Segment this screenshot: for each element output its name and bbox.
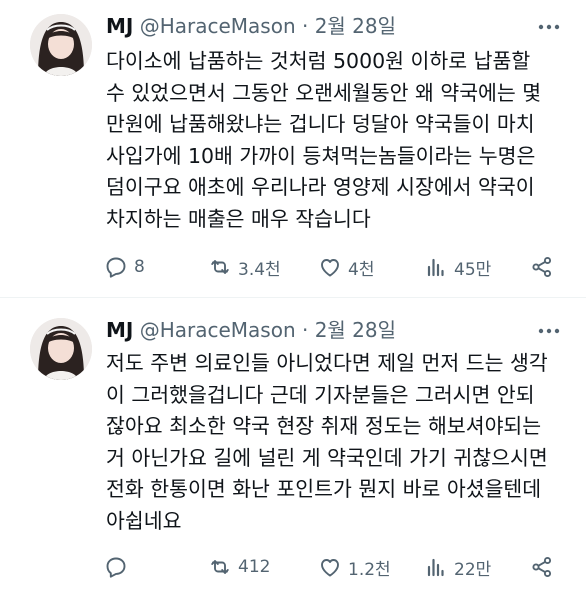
like-button[interactable]: 1.2천 [318, 552, 391, 582]
author-handle[interactable]: @HaraceMason [140, 14, 296, 38]
more-icon[interactable] [536, 318, 562, 344]
more-icon[interactable] [536, 14, 562, 40]
author-name[interactable]: MJ [106, 318, 133, 342]
tweet-text-line: 잖아요 최소한 약국 현장 취재 정도는 해보셔야되는 [106, 414, 542, 439]
tweet[interactable]: MJ @HaraceMason · 2월 28일 다이소에 납품하는 것처럼 5… [0, 0, 586, 296]
tweet-text-line: 사입가에 10배 가까이 등쳐먹는놈들이라는 누명은 [106, 143, 536, 168]
share-button[interactable] [530, 252, 560, 282]
tweet-text-line: 만원에 납품해왔냐는 겁니다 덩달아 약국들이 마치 [106, 112, 535, 137]
tweet-text-line: 아쉽네요 [106, 508, 182, 533]
separator: · [301, 14, 309, 38]
avatar[interactable] [30, 14, 92, 76]
repost-count: 3.4천 [238, 259, 281, 280]
views-icon [427, 558, 444, 577]
tweet-text-line: 이 그러했을겁니다 근데 기자분들은 그러시면 안되 [106, 382, 535, 407]
avatar-image [30, 14, 92, 76]
reply-button[interactable]: 8 [104, 252, 145, 282]
like-button[interactable]: 4천 [318, 252, 374, 282]
like-count: 1.2천 [348, 559, 391, 580]
views-button[interactable]: 45만 [424, 252, 491, 282]
repost-button[interactable]: 412 [208, 552, 270, 582]
share-icon [532, 556, 552, 578]
share-button[interactable] [530, 552, 560, 582]
repost-icon [211, 260, 229, 274]
timestamp[interactable]: 2월 28일 [315, 14, 396, 38]
repost-button[interactable]: 3.4천 [208, 252, 281, 282]
tweet-text-line: 덤이구요 애초에 우리나라 영양제 시장에서 약국이 [106, 175, 535, 200]
reply-count: 8 [134, 257, 145, 277]
like-count: 4천 [348, 259, 375, 280]
tweet-text: 다이소에 납품하는 것처럼 5000원 이하로 납품할 수 있었으면서 그동안 … [106, 46, 566, 236]
tweet-text-line: 거 아닌가요 길에 널린 게 약국인데 가기 귀찮으시면 [106, 445, 548, 470]
reply-button[interactable] [104, 552, 134, 582]
action-bar: 412 1.2천 22만 [104, 552, 564, 582]
tweet-text-line: 전화 한통이면 화난 포인트가 뭔지 바로 아셨을텐데 [106, 477, 542, 502]
tweet-text-line: 차지하는 매출은 매우 작습니다 [106, 206, 371, 231]
separator: · [301, 318, 309, 342]
reply-icon [106, 557, 126, 578]
avatar[interactable] [30, 318, 92, 380]
share-icon [532, 256, 552, 278]
action-bar: 8 3.4천 4천 45만 [104, 252, 564, 282]
author-name[interactable]: MJ [106, 14, 133, 38]
tweet-header: MJ @HaraceMason · 2월 28일 [106, 13, 396, 39]
tweet-text: 저도 주변 의료인들 아니었다면 제일 먼저 드는 생각 이 그러했을겁니다 근… [106, 348, 566, 538]
tweet-text-line: 저도 주변 의료인들 아니었다면 제일 먼저 드는 생각 [106, 351, 548, 375]
tweet-text-line: 다이소에 납품하는 것처럼 5000원 이하로 납품할 [106, 49, 531, 73]
timestamp[interactable]: 2월 28일 [315, 318, 396, 342]
repost-count: 412 [238, 557, 271, 577]
like-icon [321, 559, 339, 577]
repost-icon [211, 560, 229, 574]
views-icon [427, 258, 444, 277]
author-handle[interactable]: @HaraceMason [140, 318, 296, 342]
views-count: 45만 [454, 259, 492, 280]
views-button[interactable]: 22만 [424, 552, 491, 582]
like-icon [321, 259, 339, 277]
tweet[interactable]: MJ @HaraceMason · 2월 28일 저도 주변 의료인들 아니었다… [0, 298, 586, 590]
reply-icon [106, 257, 126, 278]
tweet-header: MJ @HaraceMason · 2월 28일 [106, 317, 396, 343]
avatar-image [30, 318, 92, 380]
tweet-text-line: 수 있었으면서 그동안 오랜세월동안 왜 약국에는 몇 [106, 80, 542, 105]
views-count: 22만 [454, 559, 492, 580]
